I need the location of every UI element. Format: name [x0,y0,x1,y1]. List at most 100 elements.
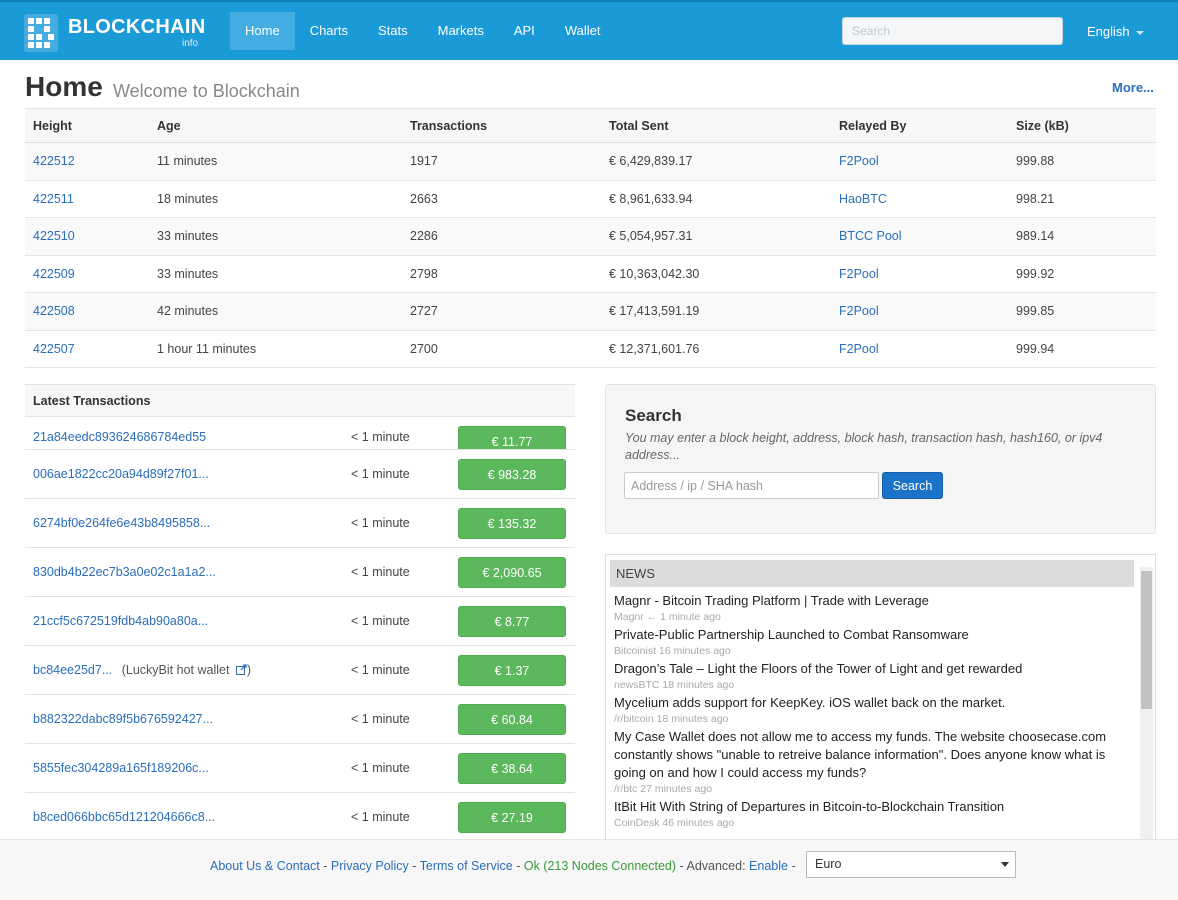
tx-hash-link[interactable]: 006ae1822cc20a94d89f27f01... [33,467,209,481]
tx-amount-button[interactable]: € 27.19 [458,802,566,833]
tx-hash-link[interactable]: b8ced066bbc65d121204666c8... [33,810,215,824]
footer-separator: - [679,859,684,873]
search-title: Search [625,406,682,425]
news-meta: Magnr ← 1 minute ago [614,611,721,623]
table-row: 422507 1 hour 11 minutes 2700 € 12,371,6… [25,330,1156,368]
news-title-link[interactable]: Private-Public Partnership Launched to C… [614,626,1134,644]
news-item: Private-Public Partnership Launched to C… [614,626,1134,658]
block-size: 998.21 [1008,180,1156,218]
column-relayed-by: Relayed By [831,108,1008,143]
search-button[interactable]: Search [882,472,943,499]
external-link-icon[interactable] [235,664,247,675]
block-size: 999.92 [1008,255,1156,293]
search-input[interactable] [624,472,879,499]
tx-age: < 1 minute [351,614,410,628]
nav-home[interactable]: Home [230,12,295,50]
column-age: Age [149,108,402,143]
block-height-link[interactable]: 422509 [33,267,75,281]
relayed-by-link[interactable]: F2Pool [839,304,879,318]
tx-amount-button[interactable]: € 983.28 [458,459,566,490]
list-item: 21ccf5c672519fdb4ab90a80a... < 1 minute … [25,597,575,646]
news-meta: /r/bitcoin 18 minutes ago [614,713,729,725]
tx-hash-link[interactable]: b882322dabc89f5b676592427... [33,712,213,726]
tx-age: < 1 minute [351,712,410,726]
table-row: 422512 11 minutes 1917 € 6,429,839.17 F2… [25,142,1156,181]
footer-separator: - [323,859,328,873]
news-title-link[interactable]: Dragon’s Tale – Light the Floors of the … [614,660,1134,678]
news-scrollbar-thumb[interactable] [1141,571,1152,709]
about-link[interactable]: About Us & Contact [210,859,320,873]
tx-amount-button[interactable]: € 38.64 [458,753,566,784]
currency-select[interactable]: Euro [806,851,1016,878]
news-title-link[interactable]: Magnr - Bitcoin Trading Platform | Trade… [614,592,1134,610]
tx-hash-link[interactable]: 21a84eedc893624686784ed55 [33,430,206,444]
wallet-label: (LuckyBit hot wallet ) [122,663,251,677]
tx-hash-link[interactable]: 21ccf5c672519fdb4ab90a80a... [33,614,208,628]
relayed-by-link[interactable]: BTCC Pool [839,229,902,243]
nav-search-input[interactable] [842,17,1063,45]
relayed-by-link[interactable]: F2Pool [839,154,879,168]
block-height-link[interactable]: 422508 [33,304,75,318]
block-height-link[interactable]: 422511 [33,192,74,206]
blockchain-logo-icon [24,14,58,52]
tx-amount-button[interactable]: € 8.77 [458,606,566,637]
language-dropdown[interactable]: English [1087,24,1144,39]
tx-amount-button[interactable]: € 135.32 [458,508,566,539]
list-item: 5855fec304289a165f189206c... < 1 minute … [25,744,575,793]
tx-hash-link[interactable]: bc84ee25d7... [33,663,112,677]
relayed-by-link[interactable]: F2Pool [839,342,879,356]
list-item: b882322dabc89f5b676592427... < 1 minute … [25,695,575,744]
advanced-enable-link[interactable]: Enable [749,859,788,873]
tx-amount-button[interactable]: € 2,090.65 [458,557,566,588]
news-meta: /r/btc 27 minutes ago [614,783,713,795]
language-label: English [1087,24,1130,39]
footer-separator: - [412,859,417,873]
column-height: Height [25,108,149,143]
tx-age: < 1 minute [351,467,410,481]
tx-hash-link[interactable]: 830db4b22ec7b3a0e02c1a1a2... [33,565,216,579]
nav-stats[interactable]: Stats [363,12,423,50]
footer-separator: - [791,859,796,873]
column-size: Size (kB) [1008,108,1156,143]
blockchain-logo[interactable]: BLOCKCHAIN info [24,14,205,54]
chevron-down-icon [1001,862,1009,867]
column-total-sent: Total Sent [601,108,831,143]
privacy-link[interactable]: Privacy Policy [331,859,409,873]
block-size: 999.88 [1008,142,1156,181]
footer-separator: - [516,859,521,873]
tx-amount-button[interactable]: € 60.84 [458,704,566,735]
nav-api[interactable]: API [499,12,550,50]
block-total-sent: € 12,371,601.76 [601,330,831,368]
tx-amount-button[interactable]: € 11.77 [458,426,566,449]
news-title-link[interactable]: My Case Wallet does not allow me to acce… [614,728,1134,782]
block-tx-count: 2286 [402,217,601,256]
block-height-link[interactable]: 422510 [33,229,75,243]
nav-markets[interactable]: Markets [423,12,499,50]
relayed-by-link[interactable]: HaoBTC [839,192,887,206]
latest-transactions-panel: Latest Transactions 21a84eedc89362468678… [25,384,575,840]
block-height-link[interactable]: 422507 [33,342,75,356]
tx-hash-link[interactable]: 6274bf0e264fe6e43b8495858... [33,516,210,530]
blocks-table-header: Height Age Transactions Total Sent Relay… [25,108,1156,143]
news-title-link[interactable]: ItBit Hit With String of Departures in B… [614,798,1134,816]
relayed-by-link[interactable]: F2Pool [839,267,879,281]
terms-link[interactable]: Terms of Service [420,859,513,873]
news-title-link[interactable]: Mycelium adds support for KeepKey. iOS w… [614,694,1134,712]
news-scrollbar[interactable] [1140,567,1153,843]
nav-wallet[interactable]: Wallet [550,12,616,50]
news-panel: NEWS Magnr - Bitcoin Trading Platform | … [605,554,1156,844]
tx-amount-button[interactable]: € 1.37 [458,655,566,686]
tx-age: < 1 minute [351,565,410,579]
list-item: b8ced066bbc65d121204666c8... < 1 minute … [25,793,575,840]
block-age: 18 minutes [149,180,402,218]
nav-charts[interactable]: Charts [295,12,363,50]
search-panel: Search You may enter a block height, add… [605,384,1156,534]
blocks-table: Height Age Transactions Total Sent Relay… [25,108,1156,368]
page-title: Home [25,71,103,102]
tx-hash-cell: bc84ee25d7... (LuckyBit hot wallet ) [33,663,251,677]
tx-hash-link[interactable]: 5855fec304289a165f189206c... [33,761,209,775]
block-height-link[interactable]: 422512 [33,154,75,168]
tx-age: < 1 minute [351,516,410,530]
more-link[interactable]: More... [1112,80,1154,95]
list-item: 6274bf0e264fe6e43b8495858... < 1 minute … [25,499,575,548]
